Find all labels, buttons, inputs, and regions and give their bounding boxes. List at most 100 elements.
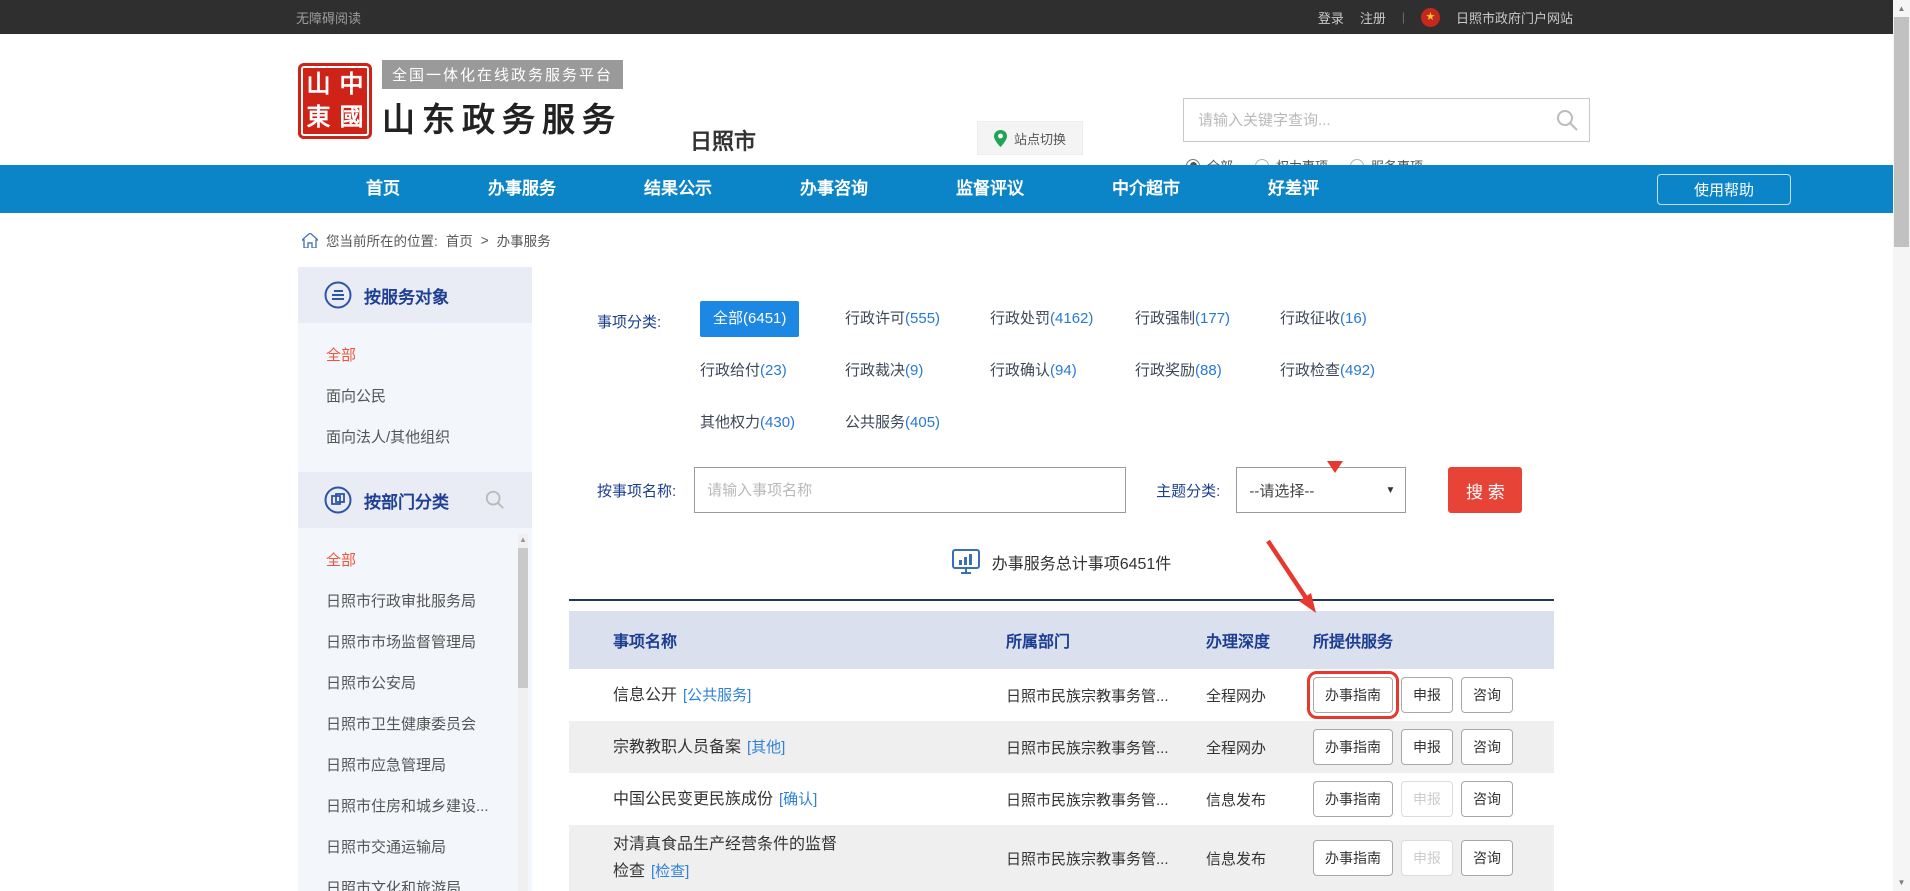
login-link[interactable]: 登录 — [1318, 8, 1344, 27]
category-count: (16) — [1340, 310, 1367, 327]
nav-item[interactable]: 好差评 — [1224, 165, 1363, 213]
sidebar-item[interactable]: 日照市卫生健康委员会 — [326, 704, 532, 745]
sidebar-item[interactable]: 日照市公安局 — [326, 663, 532, 704]
scrollbar-up-icon[interactable]: ▲ — [1893, 0, 1910, 17]
guide-button[interactable]: 办事指南 — [1313, 677, 1393, 713]
seal-char: 國 — [335, 101, 368, 134]
keyword-search-input[interactable] — [1184, 112, 1555, 129]
breadcrumb-home-link[interactable]: 首页 — [446, 230, 473, 250]
category-name: 公共服务 — [845, 414, 905, 431]
category-filter[interactable]: 行政检查(492) — [1280, 353, 1425, 389]
category-filter[interactable]: 行政处罚(4162) — [990, 301, 1135, 337]
item-action-buttons: 办事指南申报咨询 — [1313, 729, 1554, 765]
guide-button[interactable]: 办事指南 — [1313, 781, 1393, 817]
sidebar-item[interactable]: 日照市行政审批服务局 — [326, 581, 532, 622]
scrollbar-down-icon[interactable]: ▼ — [1893, 874, 1910, 891]
nav-item[interactable]: 监督评议 — [912, 165, 1068, 213]
sidebar-item[interactable]: 全部 — [326, 540, 532, 581]
category-filter[interactable]: 其他权力(430) — [700, 405, 845, 441]
sidebar-item[interactable]: 全部 — [326, 335, 532, 376]
scroll-up-icon[interactable]: ▲ — [518, 534, 528, 546]
table-header: 事项名称所属部门办理深度所提供服务 — [569, 611, 1554, 669]
category-filter[interactable]: 行政确认(94) — [990, 353, 1135, 389]
category-filter[interactable]: 公共服务(405) — [845, 405, 990, 441]
nav-items: 首页办事服务结果公示办事咨询监督评议中介超市好差评 — [322, 165, 1363, 213]
category-filter-box: 行政许可(555) — [845, 310, 940, 327]
item-depth: 全程网办 — [1206, 685, 1313, 706]
guide-button[interactable]: 办事指南 — [1313, 729, 1393, 765]
sidebar-item[interactable]: 日照市市场监督管理局 — [326, 622, 532, 663]
category-filter[interactable]: 行政强制(177) — [1135, 301, 1280, 337]
category-filter[interactable]: 行政许可(555) — [845, 301, 990, 337]
category-filter[interactable]: 行政给付(23) — [700, 353, 845, 389]
category-count: (88) — [1195, 362, 1222, 379]
item-category-tag-link[interactable]: [公共服务] — [683, 687, 751, 704]
topic-select[interactable]: --请选择-- ▼ — [1236, 467, 1406, 513]
category-filter[interactable]: 行政奖励(88) — [1135, 353, 1280, 389]
apply-button[interactable]: 申报 — [1401, 729, 1453, 765]
category-filter[interactable]: 行政裁决(9) — [845, 353, 990, 389]
nav-item[interactable]: 结果公示 — [600, 165, 756, 213]
search-button[interactable]: 搜 索 — [1448, 467, 1522, 513]
help-button[interactable]: 使用帮助 — [1657, 174, 1791, 205]
category-filter-row: 事项分类: 全部(6451)行政许可(555)行政处罚(4162)行政强制(17… — [569, 301, 1554, 457]
apply-button[interactable]: 申报 — [1401, 677, 1453, 713]
item-name: 对清真食品生产经营条件的监督检查 — [613, 836, 837, 880]
item-category-tag-link[interactable]: [确认] — [779, 791, 817, 808]
category-filter[interactable]: 行政征收(16) — [1280, 301, 1425, 337]
department-list-wrap: 全部日照市行政审批服务局日照市市场监督管理局日照市公安局日照市卫生健康委员会日照… — [298, 528, 532, 891]
item-category-tag-link[interactable]: [检查] — [651, 863, 689, 880]
page-scrollbar[interactable]: ▲ ▼ — [1893, 0, 1910, 891]
category-name: 行政征收 — [1280, 310, 1340, 327]
item-name-cell: 中国公民变更民族成份[确认] — [613, 786, 851, 813]
search-icon[interactable] — [1555, 108, 1579, 132]
nav-item[interactable]: 办事咨询 — [756, 165, 912, 213]
location-pin-icon — [994, 130, 1007, 147]
guide-button[interactable]: 办事指南 — [1313, 840, 1393, 876]
apply-button[interactable]: 申报 — [1401, 781, 1453, 817]
service-target-list: 全部面向公民面向法人/其他组织 — [298, 323, 532, 472]
item-name-input[interactable] — [695, 482, 1125, 499]
breadcrumb-current: 办事服务 — [497, 230, 551, 250]
sidebar-item[interactable]: 日照市文化和旅游局 — [326, 868, 532, 891]
sidebar-item[interactable]: 日照市交通运输局 — [326, 827, 532, 868]
department-scrollbar-thumb[interactable] — [518, 548, 528, 688]
nav-item[interactable]: 办事服务 — [444, 165, 600, 213]
header-search-box — [1183, 98, 1590, 142]
site-switch-button[interactable]: 站点切换 — [977, 121, 1083, 155]
category-filter-box: 其他权力(430) — [700, 414, 795, 431]
nav-item[interactable]: 首页 — [322, 165, 444, 213]
sidebar-item[interactable]: 日照市住房和城乡建设... — [326, 786, 532, 827]
consult-button[interactable]: 咨询 — [1461, 840, 1513, 876]
page-scrollbar-thumb[interactable] — [1894, 17, 1909, 247]
apply-button[interactable]: 申报 — [1401, 840, 1453, 876]
table-row: 宗教教职人员备案[其他]日照市民族宗教事务管...全程网办办事指南申报咨询 — [569, 721, 1554, 773]
sidebar-section-title: 按部门分类 — [364, 488, 449, 513]
consult-button[interactable]: 咨询 — [1461, 729, 1513, 765]
stats-row: 办事服务总计事项6451件 — [569, 549, 1554, 575]
consult-button[interactable]: 咨询 — [1461, 781, 1513, 817]
department-search-icon[interactable] — [484, 489, 506, 511]
sidebar-item[interactable]: 日照市应急管理局 — [326, 745, 532, 786]
item-name: 宗教教职人员备案 — [613, 739, 741, 756]
site-logo[interactable]: 山中東國 全国一体化在线政务服务平台 山东政务服务 — [298, 60, 623, 141]
seal-char: 山 — [302, 68, 335, 101]
table-header-cell: 所属部门 — [1006, 628, 1206, 652]
category-filter[interactable]: 全部(6451) — [700, 301, 845, 337]
table-row: 对清真食品生产经营条件的监督检查[检查]日照市民族宗教事务管...信息发布办事指… — [569, 825, 1554, 891]
sidebar-item[interactable]: 面向公民 — [326, 376, 532, 417]
item-depth: 全程网办 — [1206, 737, 1313, 758]
register-link[interactable]: 注册 — [1360, 8, 1386, 27]
platform-badge: 全国一体化在线政务服务平台 — [382, 60, 623, 89]
accessibility-link[interactable]: 无障碍阅读 — [296, 8, 361, 27]
department-scrollbar[interactable]: ▲ — [518, 534, 528, 891]
category-filter-box: 公共服务(405) — [845, 414, 940, 431]
item-category-tag-link[interactable]: [其他] — [747, 739, 785, 756]
sidebar-item[interactable]: 面向法人/其他组织 — [326, 417, 532, 458]
consult-button[interactable]: 咨询 — [1461, 677, 1513, 713]
nav-item[interactable]: 中介超市 — [1068, 165, 1224, 213]
category-filter-box: 行政检查(492) — [1280, 362, 1375, 379]
category-count: (177) — [1195, 310, 1230, 327]
portal-link[interactable]: 日照市政府门户网站 — [1456, 8, 1573, 27]
category-name: 行政给付 — [700, 362, 760, 379]
